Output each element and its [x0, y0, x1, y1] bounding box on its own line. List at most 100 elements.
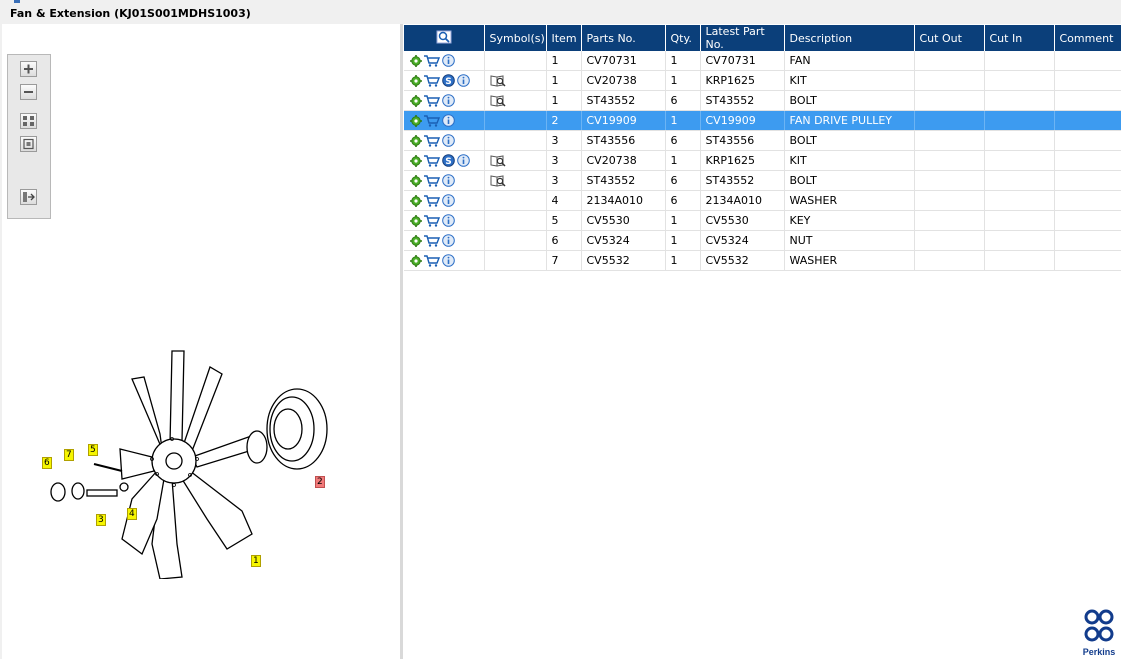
- svg-text:S: S: [445, 157, 451, 167]
- fit-page-button[interactable]: [20, 113, 37, 129]
- gear-icon[interactable]: [410, 234, 422, 247]
- cart-icon[interactable]: [424, 115, 440, 127]
- cut-in-cell: [984, 210, 1055, 231]
- column-header-actions[interactable]: [404, 25, 485, 51]
- table-row[interactable]: 4 2134A010 6 2134A010 WASHER: [404, 190, 1121, 211]
- table-row[interactable]: 6 CV5324 1 CV5324 NUT: [404, 230, 1121, 251]
- cart-icon[interactable]: [424, 235, 440, 247]
- illustration-pane[interactable]: 1 2 3 4 5 6 7: [2, 24, 401, 659]
- callout-5[interactable]: 5: [88, 444, 98, 456]
- column-header-item[interactable]: Item: [546, 25, 582, 51]
- export-button[interactable]: [20, 189, 37, 205]
- column-header-cut-in[interactable]: Cut In: [984, 25, 1055, 51]
- exploded-parts-diagram[interactable]: 1 2 3 4 5 6 7: [32, 339, 332, 582]
- cart-icon[interactable]: [424, 135, 440, 147]
- latest-part-number-cell: 2134A010: [700, 190, 785, 211]
- row-actions: [404, 230, 485, 251]
- item-cell: 4: [546, 190, 582, 211]
- callout-6[interactable]: 6: [42, 457, 52, 469]
- table-header: Symbol(s) Item Parts No. Qty. Latest Par…: [404, 25, 1121, 51]
- callout-2[interactable]: 2: [315, 476, 325, 488]
- gear-icon[interactable]: [410, 174, 422, 187]
- part-number-cell: CV70731: [581, 51, 666, 71]
- info-icon[interactable]: [442, 254, 455, 268]
- row-actions: S: [404, 150, 485, 171]
- column-header-parts-no[interactable]: Parts No.: [581, 25, 666, 51]
- item-cell: 2: [546, 110, 582, 131]
- callout-4[interactable]: 4: [127, 508, 137, 520]
- gear-icon[interactable]: [410, 74, 422, 87]
- info-icon[interactable]: [442, 114, 455, 128]
- table-row[interactable]: 1 CV70731 1 CV70731 FAN: [404, 51, 1121, 71]
- gear-icon[interactable]: [410, 134, 422, 147]
- book-magnifier-icon[interactable]: [490, 74, 506, 87]
- cut-in-cell: [984, 70, 1055, 91]
- column-header-description[interactable]: Description: [784, 25, 915, 51]
- comment-cell: [1054, 230, 1121, 251]
- parts-table: Symbol(s) Item Parts No. Qty. Latest Par…: [404, 25, 1121, 271]
- svg-text:S: S: [445, 77, 451, 87]
- actual-size-button[interactable]: [20, 136, 37, 152]
- column-header-comment[interactable]: Comment: [1054, 25, 1121, 51]
- fan-assembly-drawing: [50, 350, 328, 580]
- table-row[interactable]: S 3 CV20738 1 KRP1625 KIT: [404, 150, 1121, 171]
- part-number-cell: 2134A010: [581, 190, 666, 211]
- qty-cell: 1: [665, 150, 701, 171]
- table-row[interactable]: 3 ST43556 6 ST43556 BOLT: [404, 130, 1121, 151]
- callout-3[interactable]: 3: [96, 514, 106, 526]
- gear-icon[interactable]: [410, 194, 422, 207]
- callout-1[interactable]: 1: [251, 555, 261, 567]
- column-header-symbols[interactable]: Symbol(s): [484, 25, 547, 51]
- book-magnifier-icon[interactable]: [490, 94, 506, 107]
- row-actions: [404, 51, 485, 71]
- column-header-latest-part-no[interactable]: Latest Part No.: [700, 25, 785, 51]
- latest-part-number-cell: ST43552: [700, 170, 785, 191]
- info-icon[interactable]: [442, 54, 455, 68]
- cart-icon[interactable]: [424, 215, 440, 227]
- info-icon[interactable]: [442, 194, 455, 208]
- info-icon[interactable]: [442, 174, 455, 188]
- cart-icon[interactable]: [424, 95, 440, 107]
- gear-icon[interactable]: [410, 94, 422, 107]
- book-magnifier-icon[interactable]: [490, 154, 506, 167]
- gear-icon[interactable]: [410, 214, 422, 227]
- comment-cell: [1054, 250, 1121, 271]
- info-icon[interactable]: [442, 214, 455, 228]
- table-row[interactable]: 3 ST43552 6 ST43552 BOLT: [404, 170, 1121, 191]
- info-icon[interactable]: [442, 94, 455, 108]
- gear-icon[interactable]: [410, 54, 422, 67]
- symbols-cell: [484, 250, 547, 271]
- item-cell: 3: [546, 130, 582, 151]
- table-row[interactable]: 5 CV5530 1 CV5530 KEY: [404, 210, 1121, 231]
- cart-icon[interactable]: [424, 175, 440, 187]
- cut-in-cell: [984, 130, 1055, 151]
- table-row[interactable]: 2 CV19909 1 CV19909 FAN DRIVE PULLEY: [404, 110, 1121, 131]
- supersession-icon[interactable]: S: [442, 154, 455, 167]
- info-icon[interactable]: [457, 154, 470, 168]
- table-row[interactable]: 7 CV5532 1 CV5532 WASHER: [404, 250, 1121, 271]
- gear-icon[interactable]: [410, 154, 422, 167]
- gear-icon[interactable]: [410, 254, 422, 267]
- cart-icon[interactable]: [424, 255, 440, 267]
- cart-icon[interactable]: [424, 75, 440, 87]
- table-row[interactable]: 1 ST43552 6 ST43552 BOLT: [404, 90, 1121, 111]
- info-icon[interactable]: [457, 74, 470, 88]
- cart-icon[interactable]: [424, 55, 440, 67]
- gear-icon[interactable]: [410, 114, 422, 127]
- supersession-icon[interactable]: S: [442, 74, 455, 87]
- table-row[interactable]: S 1 CV20738 1 KRP1625 KIT: [404, 70, 1121, 91]
- qty-cell: 6: [665, 130, 701, 151]
- cart-icon[interactable]: [424, 195, 440, 207]
- info-icon[interactable]: [442, 134, 455, 148]
- part-number-cell: ST43556: [581, 130, 666, 151]
- book-magnifier-icon[interactable]: [490, 174, 506, 187]
- info-icon[interactable]: [442, 234, 455, 248]
- cart-icon[interactable]: [424, 155, 440, 167]
- comment-cell: [1054, 90, 1121, 111]
- zoom-in-button[interactable]: [20, 61, 37, 77]
- zoom-out-button[interactable]: [20, 84, 37, 100]
- column-header-qty[interactable]: Qty.: [665, 25, 701, 51]
- qty-cell: 1: [665, 110, 701, 131]
- callout-7[interactable]: 7: [64, 449, 74, 461]
- column-header-cut-out[interactable]: Cut Out: [914, 25, 985, 51]
